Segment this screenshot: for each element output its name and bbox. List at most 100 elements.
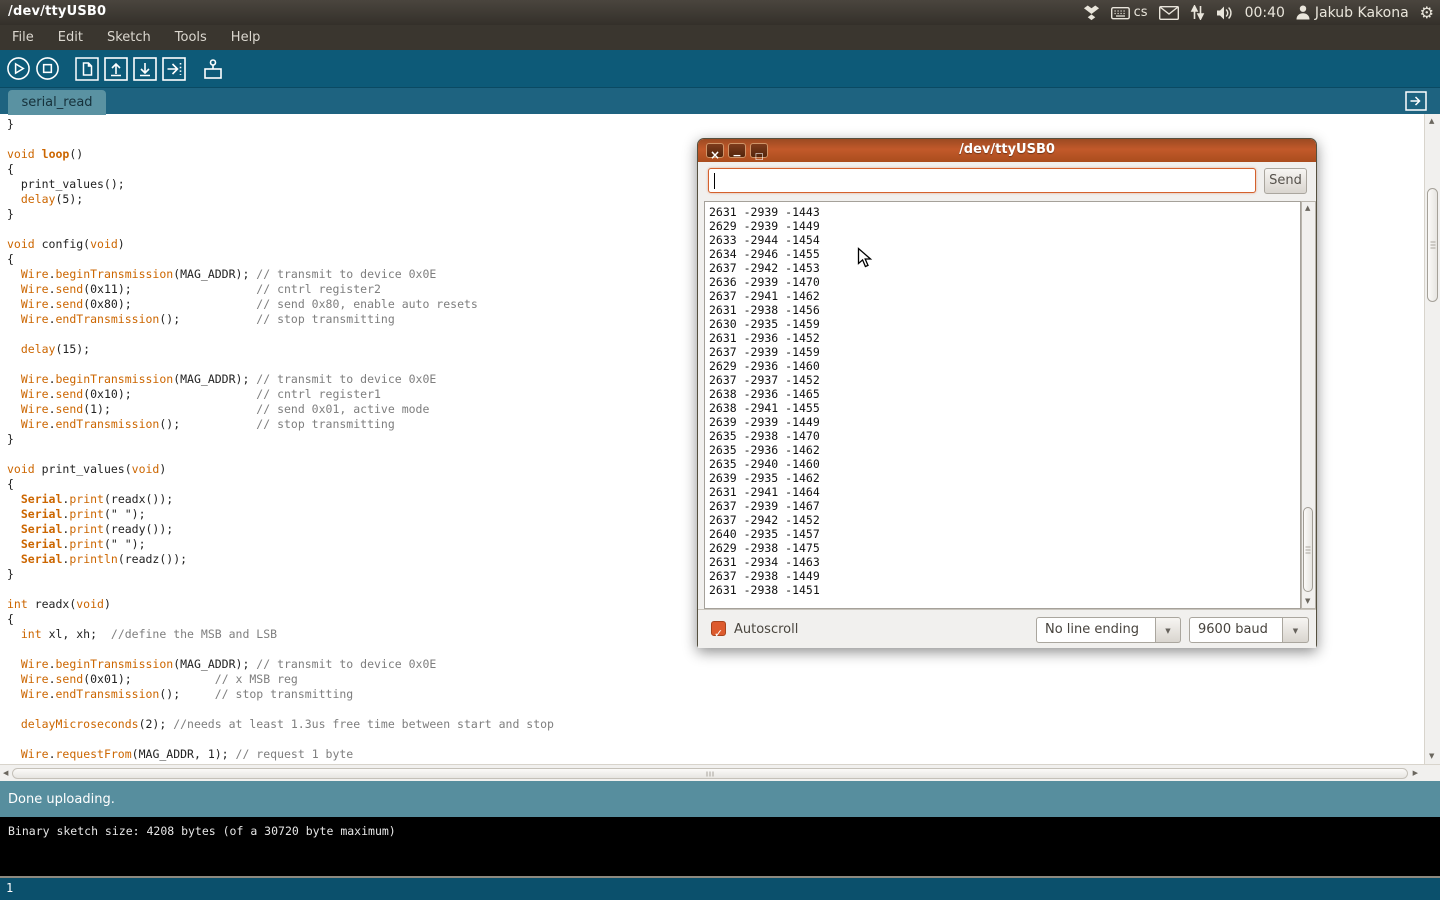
code-line: Wire.send(1); // send 0x01, active mode [7, 402, 554, 417]
scroll-up-icon[interactable]: ▲ [1305, 205, 1310, 212]
line-ending-select[interactable]: No line ending [1036, 617, 1156, 643]
clock[interactable]: 00:40 [1245, 5, 1285, 21]
serial-data-line: 2630 -2935 -1459 [709, 317, 1300, 331]
code-line: void loop() [7, 147, 554, 162]
code-text: }void loop(){ print_values(); delay(5);}… [7, 117, 554, 762]
code-line: Wire.beginTransmission(MAG_ADDR); // tra… [7, 657, 554, 672]
tab-bar: serial_read [0, 87, 1440, 114]
code-line: Wire.endTransmission(); // stop transmit… [7, 687, 554, 702]
code-line: Wire.send(0x01); // x MSB reg [7, 672, 554, 687]
mouse-cursor [857, 247, 873, 273]
serial-data-line: 2639 -2939 -1449 [709, 415, 1300, 429]
volume-icon[interactable] [1216, 6, 1234, 20]
build-console: Binary sketch size: 4208 bytes (of a 307… [0, 817, 1440, 876]
code-line: Serial.print(readx()); [7, 492, 554, 507]
menu-item-help[interactable]: Help [231, 30, 261, 45]
baud-rate-dropdown-icon[interactable] [1283, 617, 1309, 643]
code-line [7, 732, 554, 747]
code-line: Wire.beginTransmission(MAG_ADDR); // tra… [7, 267, 554, 282]
serial-monitor-title: /dev/ttyUSB0 [698, 142, 1316, 157]
panel-window-title: /dev/ttyUSB0 [8, 4, 106, 19]
menu-item-sketch[interactable]: Sketch [107, 30, 151, 45]
code-line: Wire.beginTransmission(MAG_ADDR); // tra… [7, 372, 554, 387]
editor-horizontal-scrollbar[interactable]: ◀ ▶ [0, 764, 1440, 781]
serial-data-line: 2635 -2936 -1462 [709, 443, 1300, 457]
mail-icon[interactable] [1159, 6, 1179, 20]
menu-item-file[interactable]: File [12, 30, 34, 45]
serial-data-line: 2631 -2934 -1463 [709, 555, 1300, 569]
serial-output-area[interactable]: 2631 -2939 -14432629 -2939 -14492633 -29… [704, 201, 1301, 609]
session-gear-icon[interactable]: ⚙ [1420, 5, 1434, 21]
code-line: Wire.requestFrom(MAG_ADDR, 1); // reques… [7, 747, 554, 762]
code-line: } [7, 567, 554, 582]
serial-data-line: 2629 -2939 -1449 [709, 219, 1300, 233]
scroll-down-icon[interactable]: ▼ [1429, 753, 1434, 760]
serial-vscroll-thumb[interactable] [1303, 507, 1313, 592]
code-line: Serial.print(" "); [7, 537, 554, 552]
code-line: delay(5); [7, 192, 554, 207]
scroll-down-icon[interactable]: ▼ [1305, 598, 1310, 605]
keyboard-icon[interactable] [1111, 5, 1130, 20]
keyboard-layout-indicator[interactable]: cs [1134, 5, 1148, 20]
editor-hscroll-thumb[interactable] [12, 768, 1408, 779]
code-line: delay(15); [7, 342, 554, 357]
serial-data-line: 2633 -2944 -1454 [709, 233, 1300, 247]
code-line: Wire.send(0x11); // cntrl register2 [7, 282, 554, 297]
serial-data-line: 2635 -2940 -1460 [709, 457, 1300, 471]
autoscroll-checkbox[interactable] [711, 621, 726, 636]
code-line: delayMicroseconds(2); //needs at least 1… [7, 717, 554, 732]
new-sketch-button[interactable] [73, 55, 100, 82]
code-line: { [7, 612, 554, 627]
serial-data-line: 2631 -2939 -1443 [709, 205, 1300, 219]
code-line [7, 582, 554, 597]
dropbox-icon[interactable] [1083, 5, 1100, 21]
line-number: 1 [6, 881, 13, 895]
user-icon [1296, 5, 1310, 20]
verify-button[interactable] [5, 55, 32, 82]
menu-item-tools[interactable]: Tools [175, 30, 207, 45]
code-line [7, 357, 554, 372]
code-line: Wire.endTransmission(); // stop transmit… [7, 417, 554, 432]
scroll-right-icon[interactable]: ▶ [1413, 770, 1418, 777]
code-line [7, 132, 554, 147]
code-line: void print_values(void) [7, 462, 554, 477]
system-tray: cs 00:40 Jakub Kakona ⚙ [1083, 0, 1434, 25]
code-line: int readx(void) [7, 597, 554, 612]
editor-vertical-scrollbar[interactable]: ▲ ▼ [1424, 114, 1440, 764]
scroll-up-icon[interactable]: ▲ [1429, 118, 1434, 125]
scroll-left-icon[interactable]: ◀ [3, 770, 8, 777]
open-button[interactable] [102, 55, 129, 82]
send-button[interactable]: Send [1264, 168, 1307, 194]
save-button[interactable] [131, 55, 158, 82]
network-updown-icon[interactable] [1190, 5, 1205, 20]
serial-data-line: 2635 -2938 -1470 [709, 429, 1300, 443]
code-line: print_values(); [7, 177, 554, 192]
serial-data-line: 2629 -2938 -1475 [709, 541, 1300, 555]
stop-button[interactable] [34, 55, 61, 82]
baud-rate-select[interactable]: 9600 baud [1189, 617, 1283, 643]
code-line: Wire.send(0x80); // send 0x80, enable au… [7, 297, 554, 312]
code-line: void config(void) [7, 237, 554, 252]
tab-serial-read[interactable]: serial_read [8, 90, 106, 115]
line-ending-dropdown-icon[interactable] [1156, 617, 1181, 643]
code-line [7, 702, 554, 717]
code-line: { [7, 252, 554, 267]
upload-button[interactable] [160, 55, 187, 82]
code-line: } [7, 117, 554, 132]
serial-send-input[interactable] [708, 168, 1256, 193]
code-line: { [7, 162, 554, 177]
tab-menu-button[interactable] [1405, 91, 1427, 115]
username[interactable]: Jakub Kakona [1315, 5, 1409, 21]
serial-vertical-scrollbar[interactable]: ▲ ▼ [1301, 201, 1316, 609]
code-line [7, 642, 554, 657]
serial-data-line: 2637 -2942 -1453 [709, 261, 1300, 275]
serial-data-line: 2629 -2936 -1460 [709, 359, 1300, 373]
code-line: int xl, xh; //define the MSB and LSB [7, 627, 554, 642]
serial-data-line: 2640 -2935 -1457 [709, 527, 1300, 541]
serial-monitor-button[interactable] [199, 55, 226, 82]
code-line [7, 222, 554, 237]
code-line: } [7, 207, 554, 222]
editor-vscroll-thumb[interactable] [1427, 188, 1438, 302]
serial-monitor-titlebar[interactable]: /dev/ttyUSB0 [698, 139, 1316, 162]
menu-item-edit[interactable]: Edit [58, 30, 83, 45]
